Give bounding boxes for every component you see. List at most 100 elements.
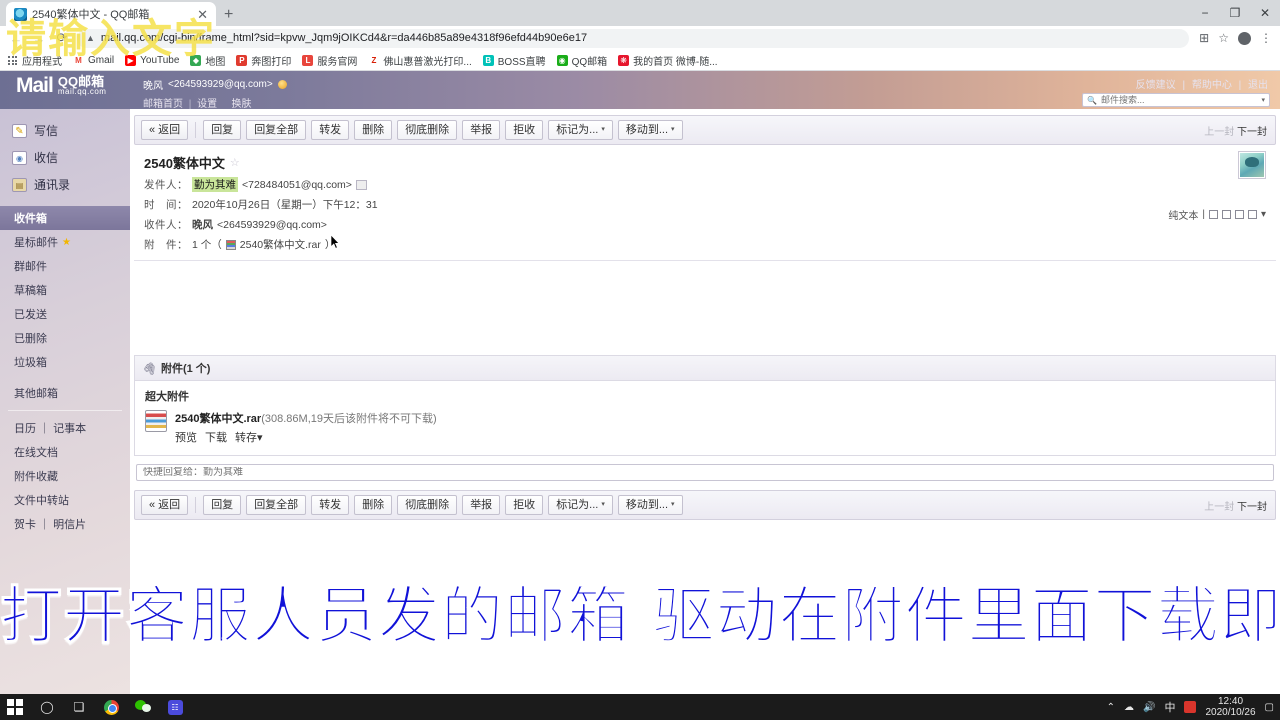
plain-text-link[interactable]: 纯文本	[1168, 207, 1198, 222]
mark-as-dropdown[interactable]: 标记为... ▾	[548, 120, 613, 140]
download-link[interactable]: 下载	[205, 429, 227, 445]
save-to-link[interactable]: 转存▾	[235, 429, 263, 445]
sidebar-item-other-mailbox[interactable]: 其他邮箱	[0, 381, 130, 405]
windows-start-icon[interactable]	[6, 698, 24, 716]
contact-tag-icon[interactable]	[355, 179, 367, 190]
task-view-icon[interactable]: ❏	[70, 698, 88, 716]
bookmark-youtube[interactable]: ▶ YouTube	[125, 55, 179, 66]
reply-all-button[interactable]: 回复全部	[246, 120, 307, 140]
bookmark-service[interactable]: L 服务官网	[302, 53, 357, 68]
next-mail-link[interactable]: 下一封	[1237, 127, 1267, 138]
sidebar-item-compose[interactable]: 写信	[0, 117, 130, 144]
bookmark-maps[interactable]: ◆ 地图	[190, 53, 225, 68]
link-help[interactable]: 帮助中心	[1190, 80, 1234, 91]
tray-expand-icon[interactable]: ⌃	[1107, 702, 1115, 713]
chevron-down-icon[interactable]: ▾	[1261, 96, 1265, 104]
wechat-icon[interactable]	[134, 698, 152, 716]
bookmark-boss[interactable]: B BOSS直聘	[482, 53, 546, 68]
search-input[interactable]	[1100, 95, 1258, 105]
attachment-filename[interactable]: 2540繁体中文.rar	[240, 237, 321, 252]
permanent-delete-button[interactable]: 彻底删除	[397, 495, 458, 515]
qqmail-logo[interactable]: Mail QQ邮箱 mail.qq.com	[16, 75, 106, 96]
reply-all-button[interactable]: 回复全部	[246, 495, 307, 515]
sidebar-item-inbox[interactable]: 收件箱	[0, 206, 130, 230]
close-window-button[interactable]: ✕	[1250, 0, 1280, 26]
reject-button[interactable]: 拒收	[505, 495, 544, 515]
bookmark-zhihu[interactable]: Z 佛山惠普激光打印...	[368, 53, 472, 68]
notification-icon[interactable]: ▢	[1265, 702, 1274, 713]
sidebar-item-receive[interactable]: 收信	[0, 144, 130, 171]
back-icon[interactable]: ←	[8, 31, 24, 46]
browser-menu-icon[interactable]: ⋮	[1260, 31, 1272, 45]
qq-app-icon[interactable]: ☷	[166, 698, 184, 716]
minimize-button[interactable]: −	[1190, 0, 1220, 26]
ime-indicator[interactable]: 中	[1164, 699, 1175, 715]
link-logout[interactable]: 退出	[1246, 80, 1270, 91]
sidebar-item-file-transfer[interactable]: 文件中转站	[0, 488, 130, 512]
print-icon[interactable]	[1208, 210, 1218, 219]
report-button[interactable]: 举报	[462, 495, 501, 515]
bookmark-gmail[interactable]: M Gmail	[73, 55, 114, 66]
taskbar-clock[interactable]: 12:40 2020/10/26	[1205, 696, 1255, 718]
window-icon[interactable]	[1221, 210, 1231, 219]
sidebar-item-online-docs[interactable]: 在线文档	[0, 440, 130, 464]
mail-search-box[interactable]: 🔍 ▾	[1082, 93, 1270, 107]
sidebar-item-attachment-favorites[interactable]: 附件收藏	[0, 464, 130, 488]
delete-button[interactable]: 删除	[354, 120, 393, 140]
sidebar-item-deleted[interactable]: 已删除	[0, 326, 130, 350]
close-icon[interactable]: ✕	[195, 8, 210, 21]
reload-icon[interactable]: ⟳	[54, 30, 70, 46]
move-to-dropdown[interactable]: 移动到... ▾	[617, 120, 683, 140]
report-button[interactable]: 举报	[462, 120, 501, 140]
attachment-filename[interactable]: 2540繁体中文.rar	[175, 413, 261, 425]
mail-icon[interactable]	[1247, 210, 1257, 219]
browser-tab[interactable]: 2540繁体中文 - QQ邮箱 ✕	[6, 2, 216, 26]
qqmail-page: Mail QQ邮箱 mail.qq.com 晚风 <264593929@qq.co…	[0, 71, 1280, 694]
delete-button[interactable]: 删除	[354, 495, 393, 515]
reply-button[interactable]: 回复	[203, 495, 242, 515]
reject-button[interactable]: 拒收	[505, 120, 544, 140]
sidebar-item-starred[interactable]: 星标邮件 ★	[0, 230, 130, 254]
sidebar-item-group-mail[interactable]: 群邮件	[0, 254, 130, 278]
quick-reply-box[interactable]	[136, 464, 1274, 481]
bookmark-pantum[interactable]: P 奔图打印	[236, 53, 291, 68]
back-button[interactable]: « 返回	[141, 495, 189, 515]
back-button[interactable]: « 返回	[141, 120, 189, 140]
sidebar-item-greeting-cards[interactable]: 贺卡 ｜ 明信片	[0, 512, 130, 536]
onedrive-icon[interactable]: ☁	[1124, 702, 1134, 713]
sidebar-item-calendar-notes[interactable]: 日历 ｜ 记事本	[0, 416, 130, 440]
star-icon[interactable]: ☆	[230, 156, 240, 169]
mark-as-dropdown[interactable]: 标记为... ▾	[548, 495, 613, 515]
move-to-dropdown[interactable]: 移动到... ▾	[617, 495, 683, 515]
forward-button[interactable]: 转发	[311, 120, 350, 140]
next-mail-link[interactable]: 下一封	[1237, 502, 1267, 513]
sogou-ime-icon[interactable]	[1184, 701, 1197, 713]
sidebar-item-drafts[interactable]: 草稿箱	[0, 278, 130, 302]
profile-avatar-icon[interactable]	[1238, 31, 1251, 45]
save-icon[interactable]	[1234, 210, 1244, 219]
preview-link[interactable]: 预览	[175, 429, 197, 445]
reply-button[interactable]: 回复	[203, 120, 242, 140]
new-tab-button[interactable]: +	[224, 7, 233, 23]
sidebar-item-sent[interactable]: 已发送	[0, 302, 130, 326]
forward-button[interactable]: 转发	[311, 495, 350, 515]
chrome-icon[interactable]	[102, 698, 120, 716]
maximize-button[interactable]: ❐	[1220, 0, 1250, 26]
bookmark-apps[interactable]: 应用程式	[7, 53, 62, 68]
forward-icon[interactable]: →	[31, 31, 47, 46]
chevron-down-icon[interactable]: ▾	[1261, 209, 1266, 220]
permanent-delete-button[interactable]: 彻底删除	[397, 120, 458, 140]
volume-icon[interactable]: 🔊	[1143, 702, 1155, 713]
quick-reply-input[interactable]	[143, 467, 1267, 478]
address-bar[interactable]: ▲ mail.qq.com/cgi-bin/frame_html?sid=kpv…	[77, 28, 1190, 48]
link-feedback[interactable]: 反馈建议	[1134, 80, 1178, 91]
sidebar-item-trash[interactable]: 垃圾箱	[0, 350, 130, 374]
sidebar-item-contacts[interactable]: 通讯录	[0, 171, 130, 198]
bookmark-star-icon[interactable]: ☆	[1218, 31, 1229, 45]
cortana-search-icon[interactable]: ◯	[38, 698, 56, 716]
translate-icon[interactable]: ⊞	[1199, 31, 1209, 45]
youtube-icon: ▶	[125, 55, 137, 66]
from-name[interactable]: 勤为其难	[192, 177, 238, 192]
bookmark-qqmail[interactable]: ◉ QQ邮箱	[556, 53, 607, 68]
bookmark-weibo[interactable]: ❋ 我的首页 微博-随...	[618, 53, 718, 68]
